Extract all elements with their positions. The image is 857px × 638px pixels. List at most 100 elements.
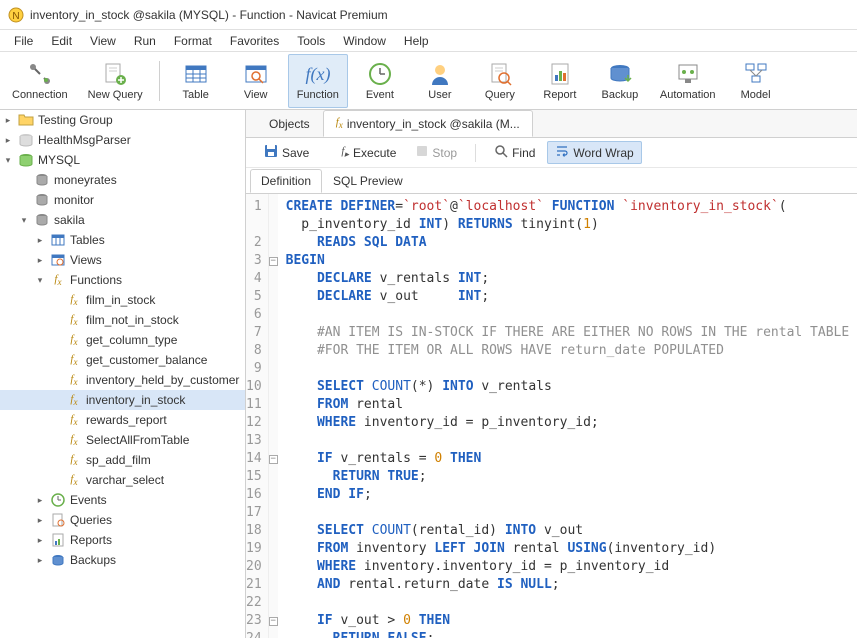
tree-item-selectallfromtable[interactable]: fxSelectAllFromTable bbox=[0, 430, 245, 450]
code-editor[interactable]: 1234567891011121314151617181920212223242… bbox=[246, 194, 857, 638]
connection-button[interactable]: Connection bbox=[4, 54, 76, 108]
code-line[interactable]: FROM inventory LEFT JOIN rental USING(in… bbox=[286, 540, 850, 558]
code-line[interactable] bbox=[286, 594, 850, 612]
expand-arrow[interactable]: ▸ bbox=[34, 494, 46, 506]
tree-item-testing-group[interactable]: ▸Testing Group bbox=[0, 110, 245, 130]
code-line[interactable]: WHERE inventory.inventory_id = p_invento… bbox=[286, 558, 850, 576]
tab-sql-preview[interactable]: SQL Preview bbox=[322, 169, 414, 193]
tree-item-queries[interactable]: ▸Queries bbox=[0, 510, 245, 530]
tree-item-functions[interactable]: ▾fxFunctions bbox=[0, 270, 245, 290]
tree-item-film-not-in-stock[interactable]: fxfilm_not_in_stock bbox=[0, 310, 245, 330]
code-line[interactable]: FROM rental bbox=[286, 396, 850, 414]
tree-item-reports[interactable]: ▸Reports bbox=[0, 530, 245, 550]
expand-arrow[interactable] bbox=[18, 194, 30, 206]
expand-arrow[interactable]: ▾ bbox=[34, 274, 46, 286]
tree-item-tables[interactable]: ▸Tables bbox=[0, 230, 245, 250]
tree-item-varchar-select[interactable]: fxvarchar_select bbox=[0, 470, 245, 490]
code-line[interactable]: SELECT COUNT(rental_id) INTO v_out bbox=[286, 522, 850, 540]
expand-arrow[interactable]: ▸ bbox=[34, 554, 46, 566]
expand-arrow[interactable] bbox=[50, 294, 62, 306]
automation-button[interactable]: Automation bbox=[652, 54, 724, 108]
expand-arrow[interactable]: ▸ bbox=[34, 514, 46, 526]
tree-item-sakila[interactable]: ▾sakila bbox=[0, 210, 245, 230]
menu-edit[interactable]: Edit bbox=[43, 32, 80, 50]
code-line[interactable]: SELECT COUNT(*) INTO v_rentals bbox=[286, 378, 850, 396]
tree-item-get-customer-balance[interactable]: fxget_customer_balance bbox=[0, 350, 245, 370]
expand-arrow[interactable]: ▾ bbox=[18, 214, 30, 226]
tab-definition[interactable]: Definition bbox=[250, 169, 322, 193]
expand-arrow[interactable] bbox=[50, 414, 62, 426]
code-line[interactable]: p_inventory_id INT) RETURNS tinyint(1) bbox=[286, 216, 850, 234]
code-line[interactable] bbox=[286, 432, 850, 450]
code-line[interactable]: RETURN TRUE; bbox=[286, 468, 850, 486]
tree-item-rewards-report[interactable]: fxrewards_report bbox=[0, 410, 245, 430]
expand-arrow[interactable] bbox=[50, 374, 62, 386]
event-button[interactable]: Event bbox=[352, 54, 408, 108]
tree-item-monitor[interactable]: monitor bbox=[0, 190, 245, 210]
code-line[interactable]: READS SQL DATA bbox=[286, 234, 850, 252]
execute-button[interactable]: f▸ Execute bbox=[333, 142, 404, 163]
expand-arrow[interactable] bbox=[50, 434, 62, 446]
report-button[interactable]: Report bbox=[532, 54, 588, 108]
tree-item-healthmsgparser[interactable]: ▸HealthMsgParser bbox=[0, 130, 245, 150]
menu-tools[interactable]: Tools bbox=[289, 32, 333, 50]
tree-item-inventory-in-stock[interactable]: fxinventory_in_stock bbox=[0, 390, 245, 410]
tree-item-moneyrates[interactable]: moneyrates bbox=[0, 170, 245, 190]
code-line[interactable]: DECLARE v_rentals INT; bbox=[286, 270, 850, 288]
expand-arrow[interactable] bbox=[50, 334, 62, 346]
code-line[interactable] bbox=[286, 504, 850, 522]
table-button[interactable]: Table bbox=[168, 54, 224, 108]
code-content[interactable]: CREATE DEFINER=`root`@`localhost` FUNCTI… bbox=[278, 194, 857, 638]
code-line[interactable]: IF v_out > 0 THEN bbox=[286, 612, 850, 630]
menu-help[interactable]: Help bbox=[396, 32, 437, 50]
tab-function-editor[interactable]: fx inventory_in_stock @sakila (M... bbox=[323, 110, 533, 136]
expand-arrow[interactable]: ▸ bbox=[2, 134, 14, 146]
fold-toggle[interactable]: − bbox=[269, 257, 278, 266]
find-button[interactable]: Find bbox=[486, 141, 543, 164]
save-button[interactable]: Save bbox=[256, 141, 317, 164]
tab-objects[interactable]: Objects bbox=[256, 111, 323, 137]
code-line[interactable] bbox=[286, 306, 850, 324]
connection-tree[interactable]: ▸Testing Group▸HealthMsgParser▾MYSQLmone… bbox=[0, 110, 246, 638]
expand-arrow[interactable] bbox=[50, 354, 62, 366]
stop-button[interactable]: Stop bbox=[408, 142, 465, 163]
fold-toggle[interactable]: − bbox=[269, 455, 278, 464]
code-line[interactable]: #AN ITEM IS IN-STOCK IF THERE ARE EITHER… bbox=[286, 324, 850, 342]
expand-arrow[interactable] bbox=[50, 394, 62, 406]
code-line[interactable]: AND rental.return_date IS NULL; bbox=[286, 576, 850, 594]
code-line[interactable]: END IF; bbox=[286, 486, 850, 504]
backup-button[interactable]: Backup bbox=[592, 54, 648, 108]
code-line[interactable]: WHERE inventory_id = p_inventory_id; bbox=[286, 414, 850, 432]
code-line[interactable]: IF v_rentals = 0 THEN bbox=[286, 450, 850, 468]
menu-window[interactable]: Window bbox=[335, 32, 394, 50]
expand-arrow[interactable]: ▸ bbox=[34, 254, 46, 266]
menu-view[interactable]: View bbox=[82, 32, 124, 50]
function-button[interactable]: f(x)Function bbox=[288, 54, 348, 108]
expand-arrow[interactable]: ▸ bbox=[34, 234, 46, 246]
tree-item-views[interactable]: ▸Views bbox=[0, 250, 245, 270]
user-button[interactable]: User bbox=[412, 54, 468, 108]
code-line[interactable]: BEGIN bbox=[286, 252, 850, 270]
model-button[interactable]: Model bbox=[728, 54, 784, 108]
word-wrap-button[interactable]: Word Wrap bbox=[547, 141, 641, 164]
expand-arrow[interactable] bbox=[50, 474, 62, 486]
code-line[interactable]: CREATE DEFINER=`root`@`localhost` FUNCTI… bbox=[286, 198, 850, 216]
tree-item-backups[interactable]: ▸Backups bbox=[0, 550, 245, 570]
menu-file[interactable]: File bbox=[6, 32, 41, 50]
code-line[interactable]: RETURN FALSE; bbox=[286, 630, 850, 638]
tree-item-mysql[interactable]: ▾MYSQL bbox=[0, 150, 245, 170]
expand-arrow[interactable]: ▸ bbox=[2, 114, 14, 126]
expand-arrow[interactable]: ▾ bbox=[2, 154, 14, 166]
code-line[interactable]: DECLARE v_out INT; bbox=[286, 288, 850, 306]
fold-gutter[interactable]: − − − bbox=[269, 194, 278, 638]
tree-item-sp-add-film[interactable]: fxsp_add_film bbox=[0, 450, 245, 470]
expand-arrow[interactable]: ▸ bbox=[34, 534, 46, 546]
code-line[interactable]: #FOR THE ITEM OR ALL ROWS HAVE return_da… bbox=[286, 342, 850, 360]
tree-item-events[interactable]: ▸Events bbox=[0, 490, 245, 510]
tree-item-get-column-type[interactable]: fxget_column_type bbox=[0, 330, 245, 350]
menu-favorites[interactable]: Favorites bbox=[222, 32, 287, 50]
expand-arrow[interactable] bbox=[50, 454, 62, 466]
fold-toggle[interactable]: − bbox=[269, 617, 278, 626]
query-button[interactable]: Query bbox=[472, 54, 528, 108]
expand-arrow[interactable] bbox=[18, 174, 30, 186]
